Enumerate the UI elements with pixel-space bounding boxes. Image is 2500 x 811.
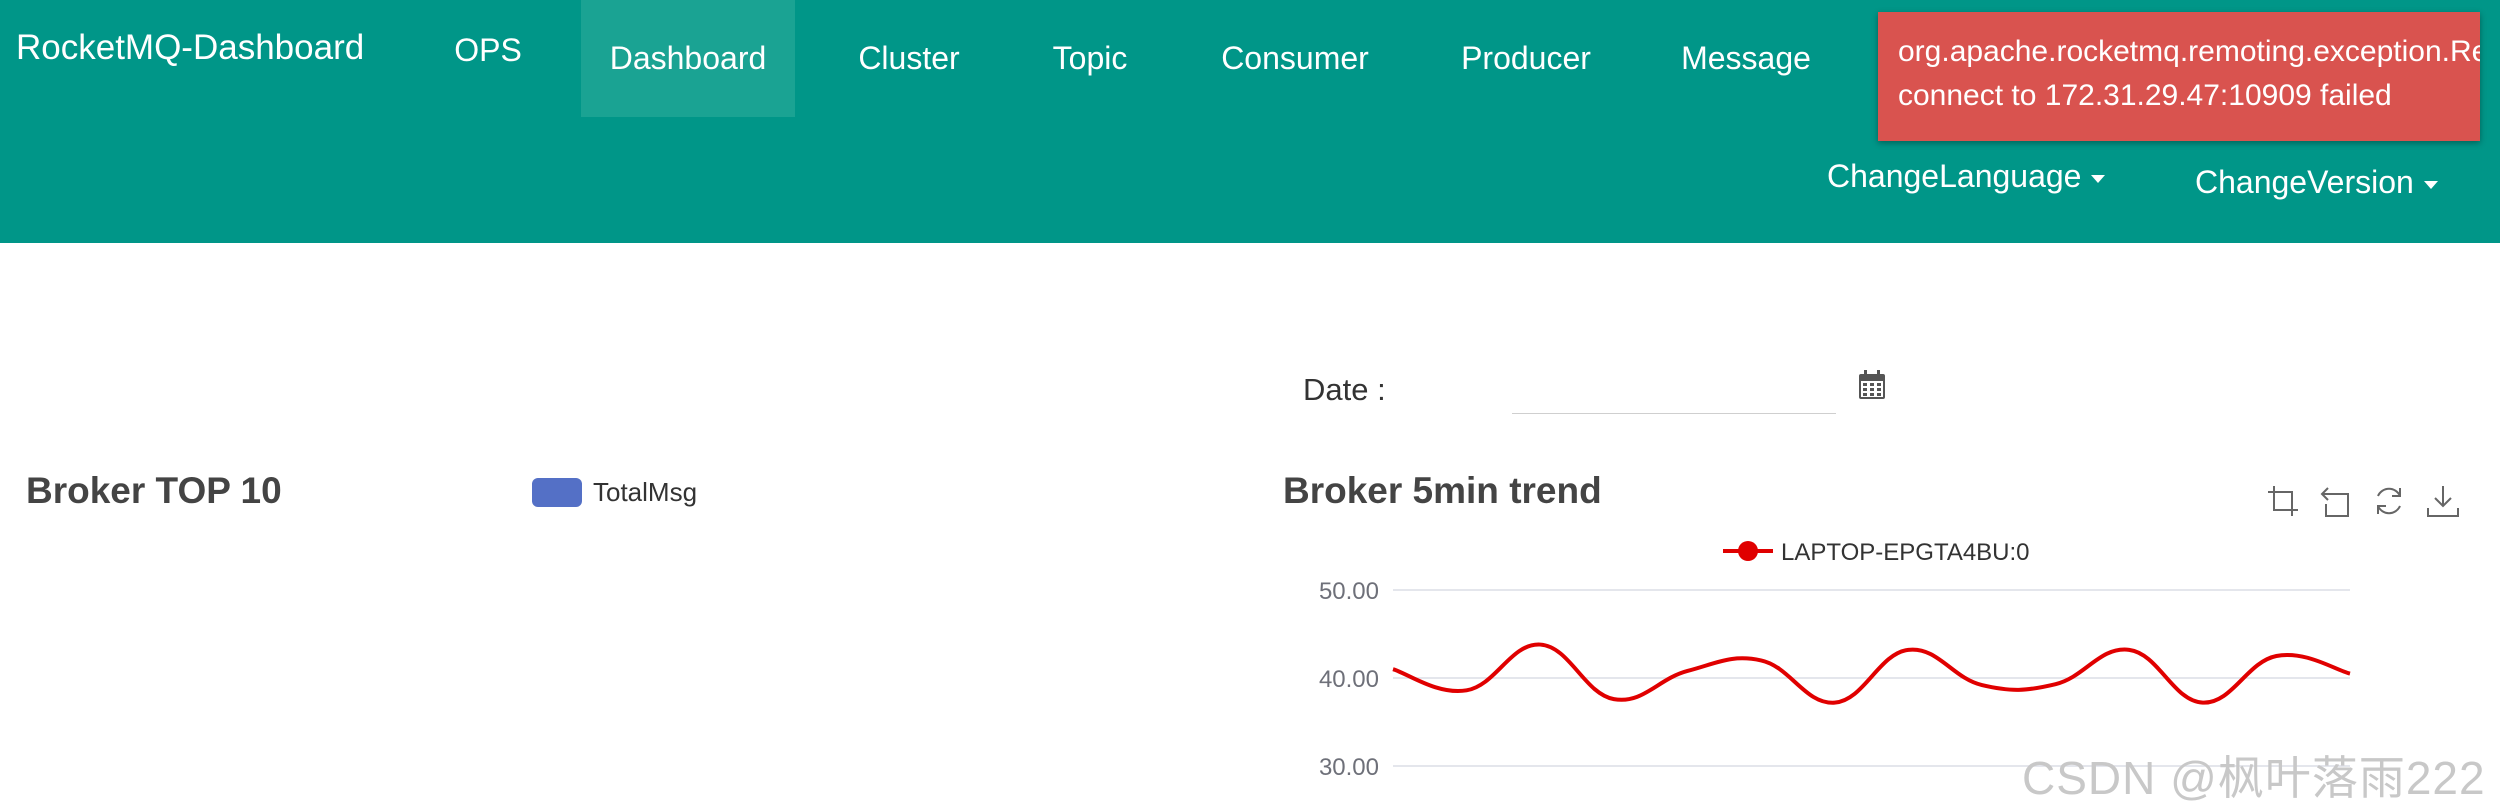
restore-icon[interactable] [2372, 484, 2406, 518]
trend-legend[interactable]: LAPTOP-EPGTA4BU:0 [1723, 539, 2030, 566]
series-line [1392, 642, 2351, 705]
broker-top10-title: Broker TOP 10 [26, 470, 282, 511]
error-alert-line1: org.apache.rocketmq.remoting.exception.R… [1898, 35, 2480, 68]
caret-down-icon [2423, 180, 2438, 189]
nav-message[interactable]: Message [1666, 0, 1826, 117]
error-alert[interactable]: org.apache.rocketmq.remoting.exception.R… [1878, 12, 2480, 141]
nav-consumer[interactable]: Consumer [1200, 0, 1390, 117]
date-label: Date : [1303, 372, 1386, 407]
nav-cluster[interactable]: Cluster [839, 0, 979, 117]
change-language-label: ChangeLanguage [1827, 158, 2082, 194]
nav-dashboard[interactable]: Dashboard [581, 0, 795, 117]
watermark: CSDN @枫叶落雨222 [2022, 752, 2486, 804]
nav-producer[interactable]: Producer [1446, 0, 1606, 117]
calendar-icon[interactable] [1858, 370, 1886, 400]
change-version-label: ChangeVersion [2195, 164, 2414, 200]
zoom-icon[interactable] [2266, 484, 2300, 518]
caret-down-icon [2091, 174, 2106, 183]
legend-swatch [532, 478, 582, 507]
top10-legend[interactable]: TotalMsg [532, 477, 697, 508]
legend-marker [1738, 541, 1758, 561]
zoom-reset-icon[interactable] [2318, 484, 2352, 518]
y-tick-label: 40.00 [1319, 666, 1379, 693]
legend-label: TotalMsg [593, 477, 698, 507]
date-input[interactable] [1512, 360, 1836, 414]
legend-series-name: LAPTOP-EPGTA4BU:0 [1781, 539, 2030, 566]
nav-ops[interactable]: OPS [443, 0, 533, 100]
nav-topic[interactable]: Topic [1034, 0, 1146, 117]
error-alert-line2: connect to 172.31.29.47:10909 failed [1898, 79, 2392, 112]
brand-title[interactable]: RocketMQ-Dashboard [16, 28, 364, 68]
y-tick-label: 30.00 [1319, 754, 1379, 781]
y-tick-label: 50.00 [1319, 578, 1379, 605]
broker-trend-title: Broker 5min trend [1283, 470, 1602, 511]
download-icon[interactable] [2426, 484, 2460, 518]
change-language-dropdown[interactable]: ChangeLanguage [1827, 158, 2106, 195]
change-version-dropdown[interactable]: ChangeVersion [2195, 164, 2438, 201]
